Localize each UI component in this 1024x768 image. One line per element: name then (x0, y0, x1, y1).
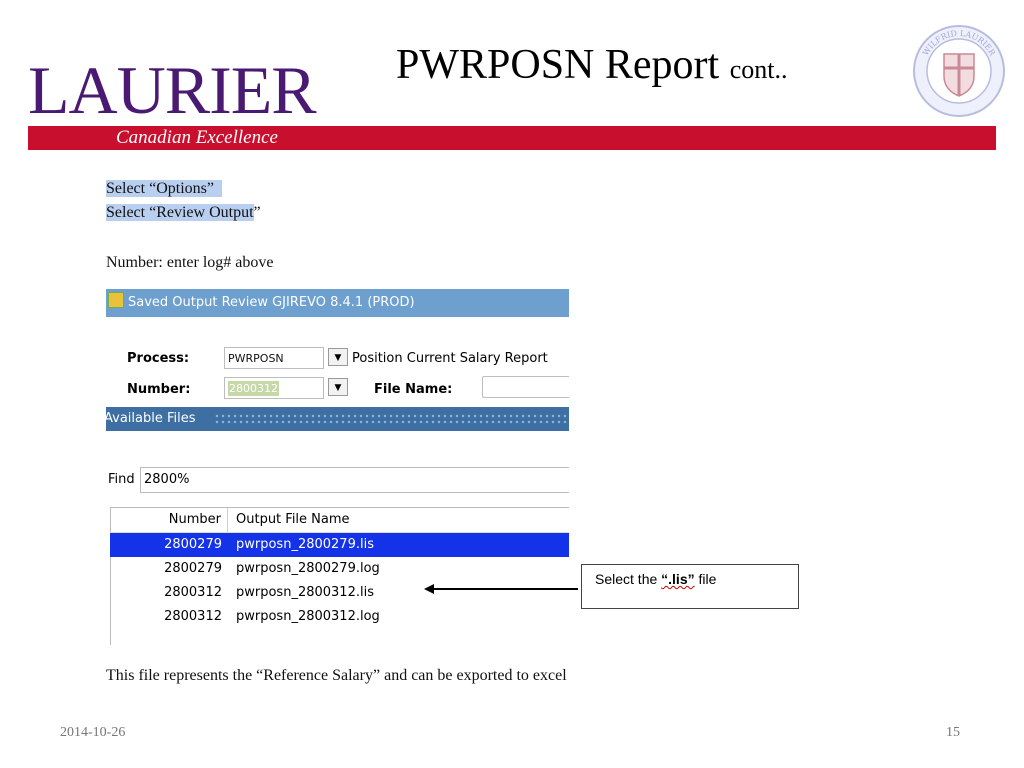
title-main: PWRPOSN Report (396, 42, 720, 88)
arrow-left-icon (424, 584, 434, 594)
instruction-review-output: Select “Review Output” (106, 204, 261, 221)
tagline: Canadian Excellence (116, 127, 278, 148)
find-label: Find (108, 472, 135, 487)
saved-output-review-form: Saved Output Review GJIREVO 8.4.1 (PROD)… (106, 289, 569, 645)
row-file-name: pwrposn_2800312.lis (236, 585, 374, 600)
row-number: 2800279 (164, 561, 222, 576)
footer-date: 2014-10-26 (60, 725, 126, 740)
available-files-section-bar: Available Files (106, 407, 569, 431)
files-table: Number Output File Name 2800279 pwrposn_… (110, 507, 569, 629)
title-suffix: cont.. (729, 55, 788, 84)
process-field[interactable]: PWRPOSN (224, 347, 324, 369)
table-header: Number Output File Name (110, 507, 569, 533)
university-seal-icon: WILFRID LAURIER (913, 25, 1005, 117)
section-bar-pattern (214, 413, 569, 425)
file-name-field[interactable] (482, 376, 569, 398)
table-row[interactable]: 2800312 pwrposn_2800312.lis (110, 581, 569, 605)
find-input[interactable]: 2800% (140, 467, 569, 493)
row-number: 2800312 (164, 609, 222, 624)
export-note: This file represents the “Reference Sala… (106, 667, 567, 684)
row-file-name: pwrposn_2800312.log (236, 609, 380, 624)
table-row[interactable]: 2800279 pwrposn_2800279.lis (110, 533, 569, 557)
callout-lis-emphasis: “.lis” (661, 571, 695, 587)
window-title-bar: Saved Output Review GJIREVO 8.4.1 (PROD) (106, 289, 569, 317)
number-label: Number: (127, 382, 191, 397)
file-name-label: File Name: (374, 382, 453, 397)
row-number: 2800312 (164, 585, 222, 600)
process-label: Process: (127, 351, 190, 366)
table-row[interactable]: 2800312 pwrposn_2800312.log (110, 605, 569, 629)
row-number: 2800279 (164, 537, 222, 552)
row-file-name: pwrposn_2800279.log (236, 561, 380, 576)
callout-arrow-line (432, 588, 578, 590)
laurier-logo: LAURIER (28, 52, 317, 128)
number-dropdown-button[interactable]: ▼ (328, 378, 348, 396)
callout-box: Select the “.lis” file (581, 564, 799, 609)
process-description: Position Current Salary Report (352, 351, 548, 366)
instruction-number-note: Number: enter log# above (106, 254, 274, 271)
row-file-name: pwrposn_2800279.lis (236, 537, 374, 552)
page-number: 15 (946, 725, 960, 740)
column-header-output-file-name[interactable]: Output File Name (228, 508, 569, 532)
slide-title: PWRPOSN Report cont.. (396, 44, 787, 86)
table-row[interactable]: 2800279 pwrposn_2800279.log (110, 557, 569, 581)
instruction-select-options: Select “Options” (106, 178, 222, 200)
column-header-number[interactable]: Number (110, 508, 228, 532)
number-field[interactable]: 2800312 (224, 377, 324, 399)
app-icon (108, 292, 124, 308)
process-dropdown-button[interactable]: ▼ (328, 348, 348, 366)
